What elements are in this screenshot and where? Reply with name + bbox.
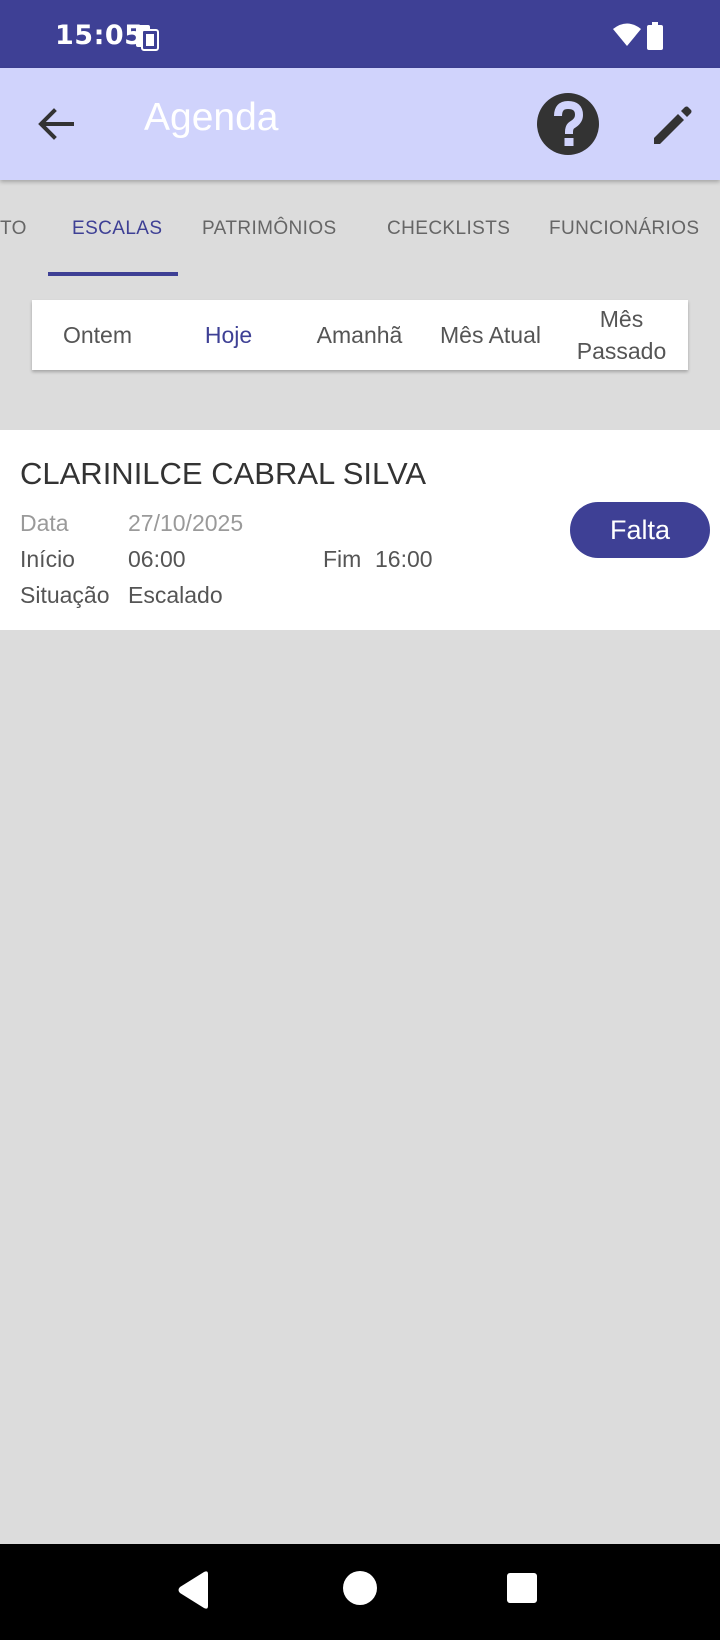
sim-card-icon	[136, 25, 159, 51]
active-tab-indicator	[48, 272, 178, 276]
period-mes-atual[interactable]: Mês Atual	[425, 300, 556, 370]
status-label: Situação	[20, 582, 110, 608]
end-label: Fim	[323, 546, 362, 572]
help-icon[interactable]	[536, 92, 600, 156]
nav-recent-apps-icon[interactable]	[506, 1572, 538, 1604]
schedule-card[interactable]: CLARINILCE CABRAL SILVA Data 27/10/2025 …	[0, 430, 720, 630]
page-title: Agenda	[144, 96, 279, 139]
status-value: Escalado	[128, 582, 223, 608]
tab-checklists[interactable]: CHECKLISTS	[387, 218, 510, 240]
period-hoje[interactable]: Hoje	[163, 300, 294, 370]
tab-bar: TO ESCALAS PATRIMÔNIOS CHECKLISTS FUNCIO…	[0, 180, 720, 276]
falta-button[interactable]: Falta	[570, 502, 710, 558]
edit-pencil-icon[interactable]	[648, 102, 696, 150]
nav-home-icon[interactable]	[342, 1570, 378, 1606]
period-ontem[interactable]: Ontem	[32, 300, 163, 370]
tab-to[interactable]: TO	[0, 218, 27, 240]
system-nav-bar	[0, 1544, 720, 1640]
tab-patrimonios[interactable]: PATRIMÔNIOS	[202, 218, 337, 240]
status-time: 15:05	[55, 20, 144, 51]
employee-name: CLARINILCE CABRAL SILVA	[20, 456, 427, 491]
tab-funcionarios[interactable]: FUNCIONÁRIOS	[549, 218, 699, 240]
start-label: Início	[20, 546, 75, 572]
status-bar: 15:05	[0, 0, 720, 68]
nav-back-icon[interactable]	[176, 1570, 212, 1610]
wifi-icon	[613, 23, 641, 46]
tab-escalas[interactable]: ESCALAS	[72, 218, 162, 240]
period-selector: Ontem Hoje Amanhã Mês Atual Mês Passado	[32, 300, 688, 370]
start-value: 06:00	[128, 546, 186, 572]
date-label: Data	[20, 510, 69, 536]
end-value: 16:00	[375, 546, 433, 572]
period-amanha[interactable]: Amanhã	[294, 300, 425, 370]
back-arrow-icon[interactable]	[32, 100, 80, 148]
period-mes-passado[interactable]: Mês Passado	[556, 300, 687, 370]
battery-icon	[647, 22, 663, 50]
app-bar: Agenda	[0, 68, 720, 180]
date-value: 27/10/2025	[128, 510, 244, 536]
